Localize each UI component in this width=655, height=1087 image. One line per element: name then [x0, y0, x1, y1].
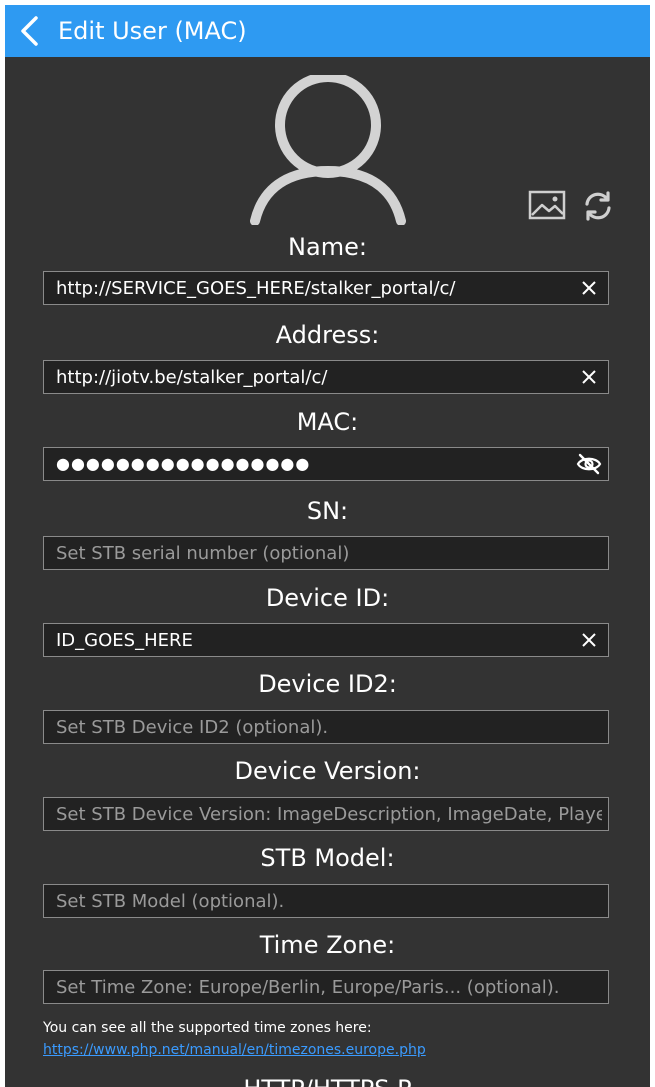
image-icon[interactable] — [528, 190, 566, 220]
device-id-field — [43, 623, 609, 657]
device-id2-input[interactable] — [56, 712, 602, 742]
time-zone-input[interactable] — [56, 972, 602, 1002]
close-icon — [582, 633, 596, 647]
sn-field — [43, 536, 609, 570]
device-id-input[interactable] — [56, 625, 576, 655]
user-avatar-icon[interactable] — [250, 75, 406, 225]
title-bar: Edit User (MAC) — [5, 5, 650, 57]
time-zone-link[interactable]: https://www.php.net/manual/en/timezones.… — [43, 1039, 426, 1061]
eye-off-icon — [576, 453, 602, 475]
refresh-icon[interactable] — [582, 190, 614, 222]
close-icon — [582, 281, 596, 295]
address-clear-button[interactable] — [576, 364, 602, 390]
sn-input[interactable] — [56, 538, 602, 568]
mac-field: ●●●●●●●●●●●●●●●●● — [43, 447, 609, 481]
device-id2-label: Device ID2: — [258, 670, 397, 698]
device-version-label: Device Version: — [234, 757, 421, 785]
http-section-label: HTTP/HTTPS P — [5, 1073, 650, 1087]
address-label: Address: — [275, 321, 380, 349]
stb-model-label: STB Model: — [260, 844, 395, 872]
mac-input[interactable]: ●●●●●●●●●●●●●●●●● — [56, 449, 576, 479]
mac-visibility-toggle[interactable] — [576, 451, 602, 477]
address-field — [43, 360, 609, 394]
time-zone-label: Time Zone: — [259, 931, 396, 959]
sn-label: SN: — [306, 497, 349, 525]
address-input[interactable] — [56, 362, 576, 392]
stb-model-input[interactable] — [56, 886, 602, 916]
time-zone-field — [43, 970, 609, 1004]
device-id2-field — [43, 710, 609, 744]
time-zone-hint: You can see all the supported time zones… — [43, 1017, 426, 1061]
name-label: Name: — [288, 233, 367, 261]
name-clear-button[interactable] — [576, 275, 602, 301]
device-version-input[interactable] — [56, 799, 602, 829]
time-zone-hint-text: You can see all the supported time zones… — [43, 1020, 372, 1036]
name-input[interactable] — [56, 273, 576, 303]
back-button[interactable] — [5, 5, 53, 57]
stb-model-field — [43, 884, 609, 918]
device-id-label: Device ID: — [265, 584, 390, 612]
mac-label: MAC: — [296, 408, 359, 436]
page-title: Edit User (MAC) — [58, 17, 247, 45]
chevron-left-icon — [21, 16, 38, 46]
name-field — [43, 271, 609, 305]
edit-user-window: Edit User (MAC) Name: Address: — [5, 5, 650, 1087]
device-id-clear-button[interactable] — [576, 627, 602, 653]
device-version-field — [43, 797, 609, 831]
close-icon — [582, 370, 596, 384]
